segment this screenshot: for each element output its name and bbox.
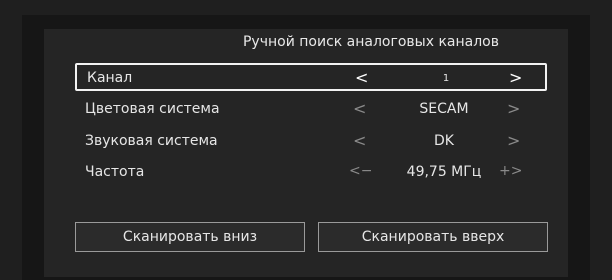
- color-system-row[interactable]: Цветовая система < SECAM >: [75, 96, 547, 124]
- color-system-next-arrow-icon[interactable]: >: [507, 99, 520, 118]
- sound-system-next-arrow-icon[interactable]: >: [507, 131, 520, 150]
- channel-value: 1: [442, 73, 450, 84]
- color-system-prev-arrow-icon[interactable]: <: [353, 99, 366, 118]
- dialog-title: Ручной поиск аналоговых каналов: [242, 34, 499, 50]
- frequency-increase-icon[interactable]: +>: [499, 163, 522, 179]
- scan-down-button[interactable]: Сканировать вниз: [75, 222, 305, 252]
- channel-label: Канал: [87, 70, 133, 86]
- frequency-label: Частота: [85, 164, 145, 180]
- channel-prev-arrow-icon[interactable]: <: [355, 68, 368, 87]
- color-system-value: SECAM: [419, 101, 469, 117]
- scan-up-button[interactable]: Сканировать вверх: [318, 222, 548, 252]
- color-system-label: Цветовая система: [85, 101, 220, 117]
- sound-system-row[interactable]: Звуковая система < DK >: [75, 128, 547, 156]
- frequency-decrease-icon[interactable]: <−: [349, 163, 372, 179]
- frequency-row[interactable]: Частота <− 49,75 МГц +>: [75, 159, 547, 187]
- sound-system-label: Звуковая система: [85, 133, 218, 149]
- channel-next-arrow-icon[interactable]: >: [509, 68, 522, 87]
- channel-row[interactable]: Канал < 1 >: [75, 63, 547, 91]
- sound-system-prev-arrow-icon[interactable]: <: [353, 131, 366, 150]
- frequency-value: 49,75 МГц: [406, 164, 482, 180]
- sound-system-value: DK: [434, 133, 454, 149]
